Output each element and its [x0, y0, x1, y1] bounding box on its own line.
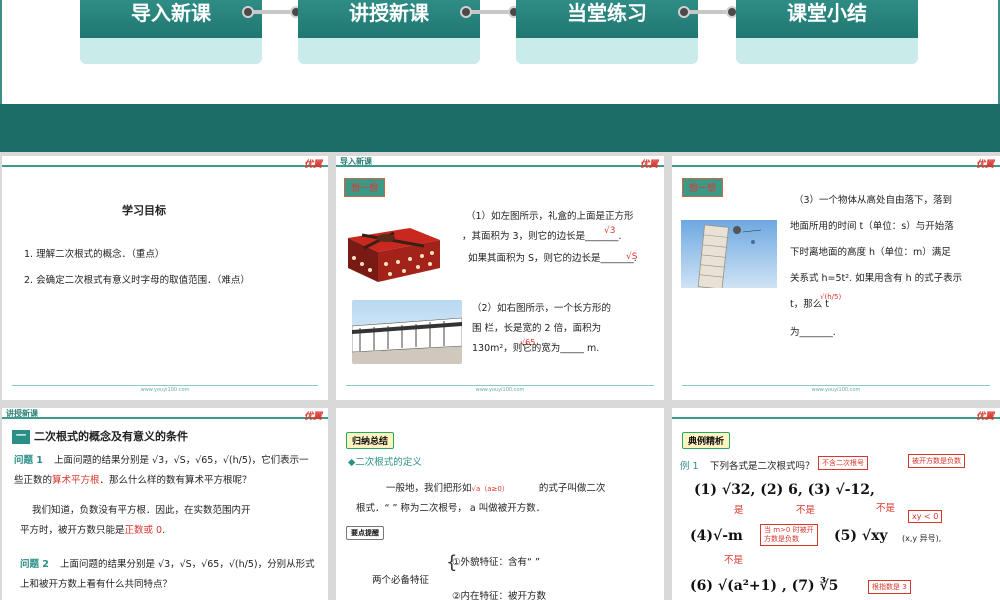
body-text: 平方时，被开方数只能是正数或 0. [20, 525, 166, 536]
tip-pill: 要点提醒 [346, 526, 384, 540]
brand-logo: 优翼 [303, 412, 322, 422]
footer-url: www.youyi100.com [140, 387, 190, 393]
annotation-note: 不含二次根号 [818, 456, 868, 470]
think-tag: 想一想 [344, 178, 386, 197]
objective-2: 2. 会确定二次根式有意义时字母的取值范围．（难点） [24, 275, 250, 286]
math-expression: (4)√-m [690, 528, 743, 544]
nav-connector [460, 6, 520, 18]
question-text: 上和被开方数上看有什么共同特点？ [20, 579, 173, 590]
fence-image [352, 300, 462, 364]
math-expression: (5) √xy [834, 528, 888, 544]
question-text: 下时离地面的高度 h（单位：m）满足 [790, 247, 951, 258]
answer-text: 不是 [724, 555, 744, 566]
question-text: 为_______. [790, 327, 836, 338]
question-text: 关系式 h=5t². 如果用含有 h 的式子表示 [790, 273, 963, 284]
question-text: ，其面积为 3，则它的边长是_______. [462, 231, 622, 242]
definition-text: 一般地，我们把形如√a（a≥0） 的式子叫做二次 [386, 483, 606, 494]
subheading: ◆二次根式的定义 [348, 457, 422, 468]
question-text: 如果其面积为 S，则它的边长是_______. [468, 253, 637, 264]
question-label: 问题 2 [20, 559, 49, 570]
question-text: 地面所用的时间 t（单位：s）与开始落 [790, 221, 954, 232]
nav-button-label: 课堂小结 [736, 0, 918, 38]
slide-thumbnail-example[interactable]: 优翼 典例精析 例 1 下列各式是二次根式吗？ 不含二次根号 被开方数是负数 (… [672, 408, 1000, 600]
question-text: （3）一个物体从高处自由落下，落到 [794, 195, 953, 206]
example-label: 例 1 [680, 461, 699, 472]
objective-1: 1. 理解二次根式的概念．（重点） [24, 249, 165, 260]
feature-item: ②内在特征：被开方数 [452, 591, 547, 600]
summary-pill: 归纳总结 [346, 432, 395, 449]
annotation-note: 当 m>0 时被开方数是负数 [760, 524, 818, 546]
gift-box-image [348, 228, 440, 282]
feature-label: 两个必备特征 [372, 575, 430, 586]
example-text: 下列各式是二次根式吗？ [710, 461, 815, 472]
annotation-note: 被开方数是负数 [908, 454, 965, 468]
section-title: 二次根式的概念及有意义的条件 [34, 430, 188, 443]
question-text: （1）如左图所示，礼盒的上面是正方形 [466, 211, 634, 222]
answer-text: √(h/5) [820, 293, 842, 301]
question-text: 上面问题的结果分别是 √3，√S，√65，√(h/5)，分别从形式 [60, 559, 315, 570]
question-text: 围 栏，长是宽的 2 倍，面积为 [472, 323, 602, 334]
answer-text: 不是 [796, 505, 816, 516]
brand-logo: 优翼 [975, 160, 994, 170]
nav-button-label: 当堂练习 [516, 0, 698, 38]
leaning-tower-image [681, 220, 777, 288]
answer-text: 是 [734, 505, 744, 516]
slide-title: 学习目标 [122, 204, 166, 217]
annotation-note: 根指数是 3 [868, 580, 911, 594]
nav-button-practice[interactable]: 当堂练习 [516, 0, 698, 64]
example-pill: 典例精析 [682, 432, 731, 449]
think-tag: 想一想 [682, 178, 724, 197]
section-number: 一 [12, 430, 30, 444]
question-label: 问题 1 [14, 455, 43, 466]
nav-connector [242, 6, 302, 18]
math-expression: (6) √(a²+1) , (7) ∛5 [690, 578, 839, 594]
brand-logo: 优翼 [303, 160, 322, 170]
question-text: 130m²，则它的宽为_____ m. [472, 343, 600, 354]
slide-sorter-view: 导入新课 讲授新课 当堂练习 课堂小结 优翼 学习目标 1. 理解二次根式的概念… [0, 0, 1000, 600]
footer-url: www.youyi100.com [811, 387, 861, 393]
nav-connector [678, 6, 738, 18]
nav-button-label: 讲授新课 [298, 0, 480, 38]
body-text: 我们知道，负数没有平方根．因此，在实数范围内开 [32, 505, 251, 516]
annotation-note: xy < 0 [908, 510, 943, 523]
question-text: 上面问题的结果分别是 √3，√S，√65，√(h/5)，它们表示一 [54, 455, 309, 466]
answer-text: √3 [604, 226, 616, 236]
math-expression: (1) √32, (2) 6, (3) √-12, [694, 482, 875, 498]
slide-banner[interactable]: 导入新课 讲授新课 当堂练习 课堂小结 [0, 0, 1000, 152]
brand-logo: 优翼 [639, 160, 658, 170]
answer-text: √65 [520, 338, 536, 347]
answer-text: 不是 [876, 503, 896, 514]
question-text: （2）如右图所示，一个长方形的 [472, 303, 612, 314]
nav-button-lecture[interactable]: 讲授新课 [298, 0, 480, 64]
slide-thumbnail-summary[interactable]: 归纳总结 ◆二次根式的定义 一般地，我们把形如√a（a≥0） 的式子叫做二次 根式… [336, 408, 664, 600]
brand-logo: 优翼 [975, 412, 994, 422]
banner-band [0, 104, 1000, 152]
question-text: 些正数的算术平方根．那么什么样的数有算术平方根呢？ [14, 475, 252, 486]
answer-text: √S [626, 252, 638, 262]
footer-url: www.youyi100.com [475, 387, 525, 393]
nav-button-label: 导入新课 [80, 0, 262, 38]
nav-button-summary[interactable]: 课堂小结 [736, 0, 918, 64]
feature-item: ①外貌特征：含有“ ” [452, 557, 540, 568]
slide-thumbnail-objectives[interactable]: 优翼 学习目标 1. 理解二次根式的概念．（重点） 2. 会确定二次根式有意义时… [2, 156, 328, 400]
definition-text: 根式．“ ” 称为二次根号， a 叫做被开方数． [356, 503, 546, 514]
nav-button-intro[interactable]: 导入新课 [80, 0, 262, 64]
slide-thumbnail-concept[interactable]: 讲授新课 优翼 一 二次根式的概念及有意义的条件 问题 1 上面问题的结果分别是… [2, 408, 328, 600]
math-condition: (x,y 异号), [902, 534, 942, 543]
